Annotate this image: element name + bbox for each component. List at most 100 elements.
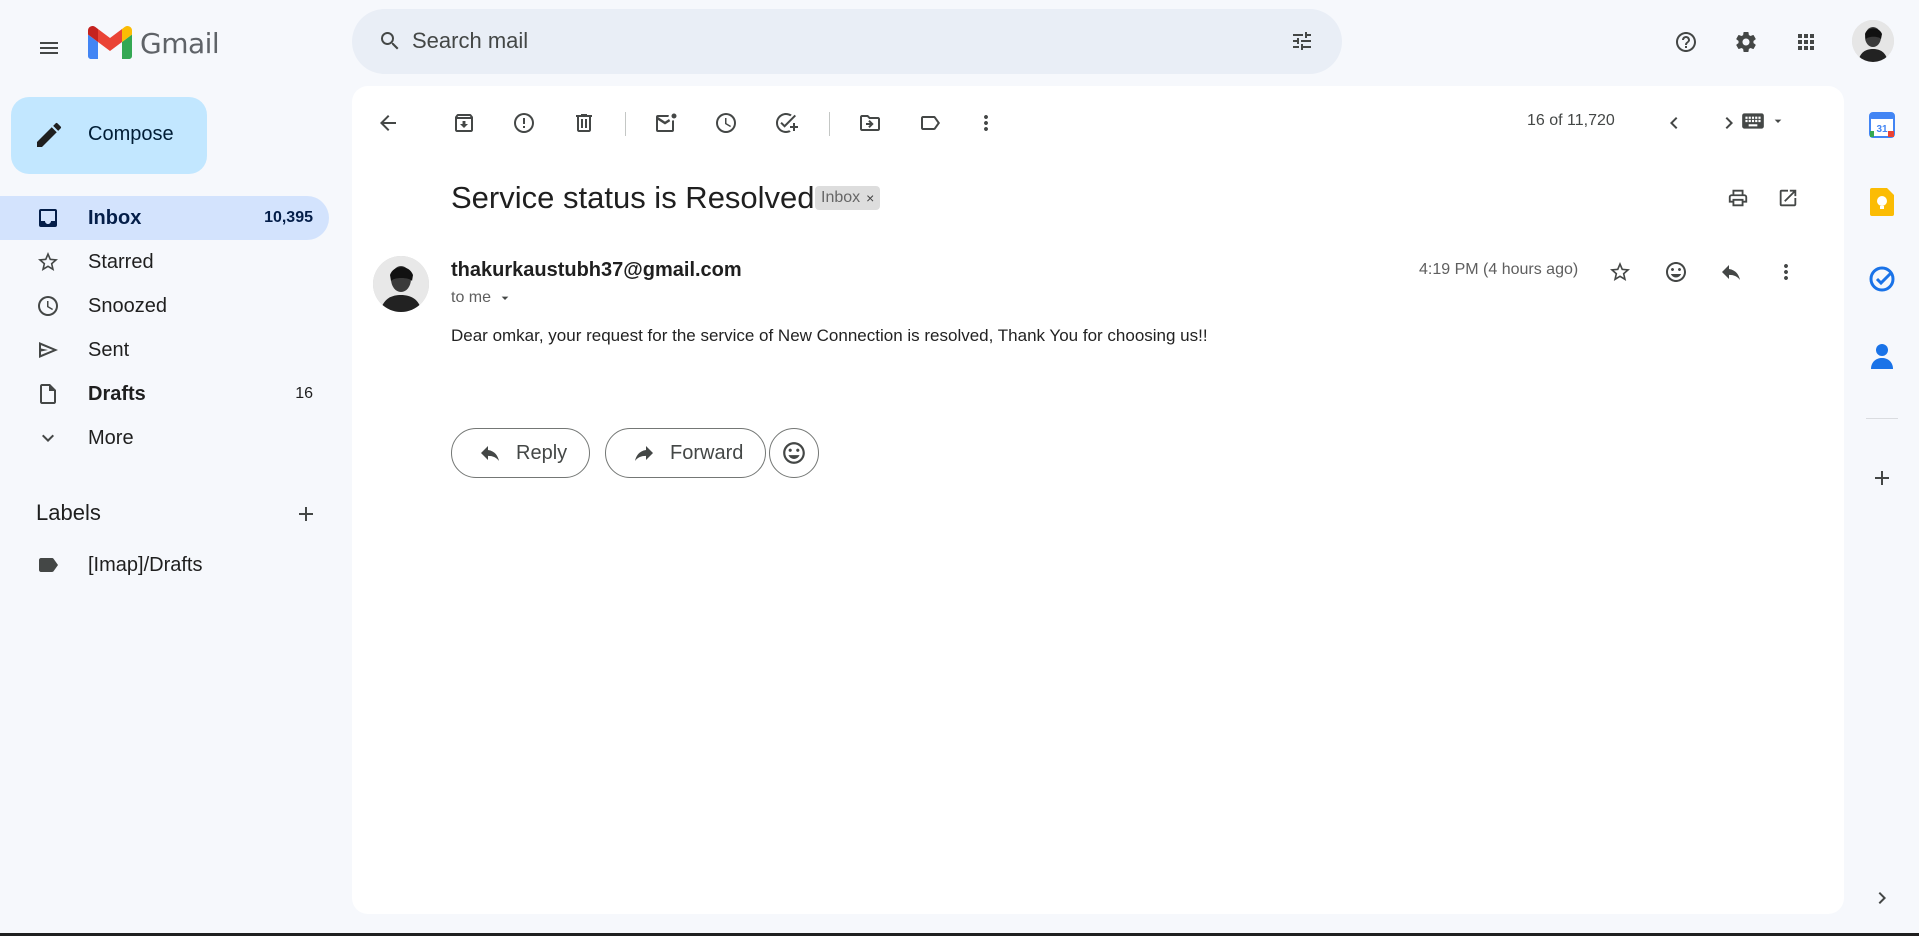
print-all-button[interactable] bbox=[1718, 178, 1758, 218]
delete-button[interactable] bbox=[562, 101, 606, 145]
add-to-tasks-button[interactable] bbox=[764, 101, 808, 145]
star-icon bbox=[36, 250, 60, 274]
open-in-new-window-button[interactable] bbox=[1768, 178, 1808, 218]
message-timestamp: 4:19 PM (4 hours ago) bbox=[1419, 261, 1579, 278]
mark-unread-icon bbox=[656, 113, 677, 132]
gmail-m-logo-icon bbox=[88, 26, 132, 59]
emoji-reaction-button[interactable] bbox=[769, 428, 819, 478]
main-menu-button[interactable] bbox=[25, 24, 73, 72]
google-apps-button[interactable] bbox=[1782, 18, 1830, 66]
show-side-panel-button[interactable] bbox=[1862, 878, 1902, 918]
sidebar-label-imap-drafts[interactable]: [Imap]/Drafts bbox=[0, 543, 329, 587]
snooze-button[interactable] bbox=[704, 101, 748, 145]
help-icon bbox=[1676, 32, 1696, 52]
get-addons-button[interactable] bbox=[1862, 458, 1902, 498]
sidebar-item-more[interactable]: More bbox=[0, 416, 329, 460]
reply-label: Reply bbox=[516, 441, 568, 464]
input-tools-button[interactable] bbox=[1740, 108, 1786, 134]
send-icon bbox=[36, 338, 60, 362]
reply-icon bbox=[481, 446, 499, 461]
move-to-folder-icon bbox=[860, 115, 880, 131]
search-icon bbox=[381, 32, 399, 50]
chevron-left-icon bbox=[1670, 117, 1678, 129]
sender-email[interactable]: thakurkaustubh37@gmail.com bbox=[451, 259, 742, 282]
tasks-icon bbox=[1869, 266, 1895, 292]
label-chip-text: Inbox bbox=[821, 189, 861, 206]
pencil-icon bbox=[33, 119, 65, 151]
create-label-button[interactable] bbox=[288, 496, 324, 532]
contacts-app-button[interactable] bbox=[1862, 336, 1902, 376]
search-bar[interactable] bbox=[352, 9, 1342, 74]
tasks-app-button[interactable] bbox=[1862, 259, 1902, 299]
sidebar-item-label: Snoozed bbox=[88, 295, 167, 317]
gmail-wordmark: Gmail bbox=[140, 26, 220, 60]
pagination-text: 16 of 11,720 bbox=[1527, 112, 1615, 129]
side-panel-divider bbox=[1866, 418, 1898, 419]
archive-button[interactable] bbox=[442, 101, 486, 145]
labels-heading: Labels bbox=[36, 500, 101, 525]
plus-icon bbox=[1875, 471, 1889, 485]
move-to-button[interactable] bbox=[848, 101, 892, 145]
labels-button[interactable] bbox=[908, 101, 952, 145]
inbox-icon bbox=[36, 206, 60, 230]
search-input[interactable] bbox=[412, 19, 1212, 63]
archive-icon bbox=[455, 114, 473, 132]
remove-label-button[interactable]: × bbox=[866, 190, 874, 206]
report-spam-button[interactable] bbox=[502, 101, 546, 145]
reply-button-header[interactable] bbox=[1709, 250, 1753, 294]
sender-photo-icon bbox=[373, 256, 429, 312]
back-button[interactable] bbox=[366, 101, 410, 145]
more-actions-button[interactable] bbox=[964, 101, 1008, 145]
recipient-text: to me bbox=[451, 289, 492, 306]
more-vert-icon bbox=[984, 115, 988, 131]
search-options-button[interactable] bbox=[1278, 17, 1326, 65]
reply-button[interactable]: Reply bbox=[451, 428, 591, 478]
recipient-details-toggle[interactable]: to me bbox=[451, 289, 513, 307]
keyboard-icon bbox=[1742, 113, 1764, 129]
sender-avatar[interactable] bbox=[373, 256, 429, 312]
apps-grid-icon bbox=[1798, 34, 1814, 50]
inbox-label-chip[interactable]: Inbox × bbox=[815, 186, 881, 210]
emoji-icon bbox=[783, 442, 805, 464]
keep-icon bbox=[1870, 188, 1894, 216]
dropdown-arrow-icon bbox=[501, 296, 509, 300]
account-avatar[interactable] bbox=[1852, 20, 1894, 62]
forward-label: Forward bbox=[670, 441, 744, 464]
sidebar-item-label: Inbox bbox=[88, 207, 142, 229]
sidebar-item-drafts[interactable]: Drafts 16 bbox=[0, 372, 329, 416]
newer-button[interactable] bbox=[1652, 101, 1696, 145]
gear-icon bbox=[1736, 31, 1756, 52]
message-more-button[interactable] bbox=[1764, 250, 1808, 294]
sidebar-item-label: Sent bbox=[88, 339, 130, 361]
support-button[interactable] bbox=[1662, 18, 1710, 66]
gmail-logo[interactable]: Gmail bbox=[88, 26, 220, 60]
label-icon bbox=[36, 553, 60, 577]
calendar-icon: 31 bbox=[1869, 112, 1895, 138]
sidebar-item-label: [Imap]/Drafts bbox=[88, 554, 203, 576]
sidebar-item-label: Drafts bbox=[88, 383, 146, 405]
label-outline-icon bbox=[921, 116, 940, 130]
forward-button[interactable]: Forward bbox=[605, 428, 767, 478]
search-button[interactable] bbox=[366, 17, 414, 65]
emoji-icon bbox=[1666, 262, 1686, 282]
chevron-right-icon bbox=[1725, 117, 1733, 129]
compose-button[interactable]: Compose bbox=[11, 97, 207, 174]
report-icon bbox=[514, 113, 534, 133]
draft-count: 16 bbox=[295, 385, 313, 402]
user-photo-icon bbox=[1852, 20, 1894, 62]
sidebar-item-sent[interactable]: Sent bbox=[0, 328, 329, 372]
sidebar-item-snoozed[interactable]: Snoozed bbox=[0, 284, 329, 328]
calendar-day-number: 31 bbox=[1876, 124, 1888, 135]
calendar-app-button[interactable]: 31 bbox=[1862, 105, 1902, 145]
sidebar-item-inbox[interactable]: Inbox 10,395 bbox=[0, 196, 329, 240]
clock-icon bbox=[36, 294, 60, 318]
sidebar-item-label: More bbox=[88, 427, 134, 449]
star-outline-icon bbox=[1610, 262, 1630, 281]
mark-unread-button[interactable] bbox=[644, 101, 688, 145]
chevron-right-icon bbox=[1878, 892, 1886, 904]
settings-button[interactable] bbox=[1722, 18, 1770, 66]
sidebar-item-starred[interactable]: Starred bbox=[0, 240, 329, 284]
keep-app-button[interactable] bbox=[1862, 182, 1902, 222]
star-message-button[interactable] bbox=[1598, 250, 1642, 294]
add-reaction-button[interactable] bbox=[1654, 250, 1698, 294]
